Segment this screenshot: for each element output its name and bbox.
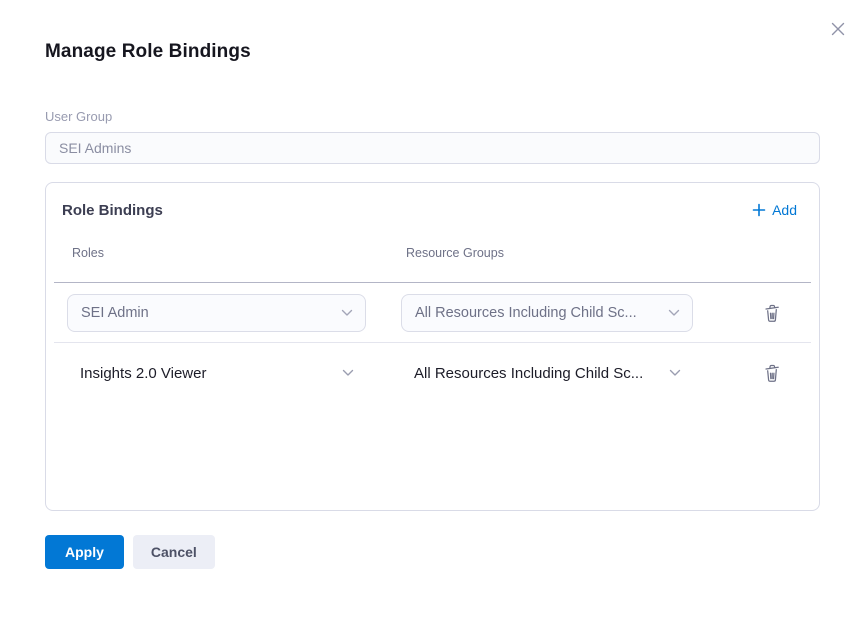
panel-title: Role Bindings	[62, 202, 163, 219]
resource-group-select-row1[interactable]: All Resources Including Child Sc...	[401, 294, 693, 332]
user-group-label: User Group	[45, 109, 820, 124]
trash-icon	[763, 303, 781, 323]
role-bindings-panel: Role Bindings Add Roles Resource Groups …	[45, 182, 820, 511]
plus-icon	[752, 203, 766, 217]
chevron-down-icon	[668, 309, 680, 317]
delete-row2-button[interactable]	[759, 360, 785, 386]
close-icon-glyph	[829, 20, 847, 38]
role-bindings-table: Roles Resource Groups SEI Admin All Reso…	[54, 223, 811, 403]
panel-header: Role Bindings Add	[62, 197, 803, 223]
chevron-down-icon	[341, 309, 353, 317]
delete-row1-button[interactable]	[759, 300, 785, 326]
table-row: SEI Admin All Resources Including Child …	[54, 283, 811, 343]
close-icon[interactable]	[827, 18, 849, 40]
add-role-binding-button[interactable]: Add	[746, 198, 803, 222]
role-select-row2[interactable]: Insights 2.0 Viewer	[67, 354, 366, 392]
table-row: Insights 2.0 Viewer All Resources Includ…	[54, 343, 811, 403]
resource-group-select-row1-value: All Resources Including Child Sc...	[415, 305, 645, 321]
chevron-down-icon	[342, 369, 354, 377]
apply-button[interactable]: Apply	[45, 535, 124, 569]
resource-group-select-row2[interactable]: All Resources Including Child Sc...	[401, 354, 693, 392]
column-header-resource-groups: Resource Groups	[406, 246, 706, 260]
chevron-down-icon	[669, 369, 681, 377]
table-header-row: Roles Resource Groups	[54, 223, 811, 283]
column-header-roles: Roles	[72, 246, 406, 260]
role-select-row2-value: Insights 2.0 Viewer	[80, 365, 214, 382]
cancel-button[interactable]: Cancel	[133, 535, 215, 569]
modal-footer: Apply Cancel	[45, 535, 820, 569]
trash-icon	[763, 363, 781, 383]
manage-role-bindings-modal: Manage Role Bindings User Group Role Bin…	[0, 0, 865, 621]
resource-group-select-row2-value: All Resources Including Child Sc...	[414, 365, 651, 382]
role-select-row1-value: SEI Admin	[81, 305, 157, 321]
add-button-label: Add	[772, 202, 797, 218]
role-select-row1[interactable]: SEI Admin	[67, 294, 366, 332]
user-group-input[interactable]	[45, 132, 820, 164]
page-title: Manage Role Bindings	[45, 0, 820, 63]
